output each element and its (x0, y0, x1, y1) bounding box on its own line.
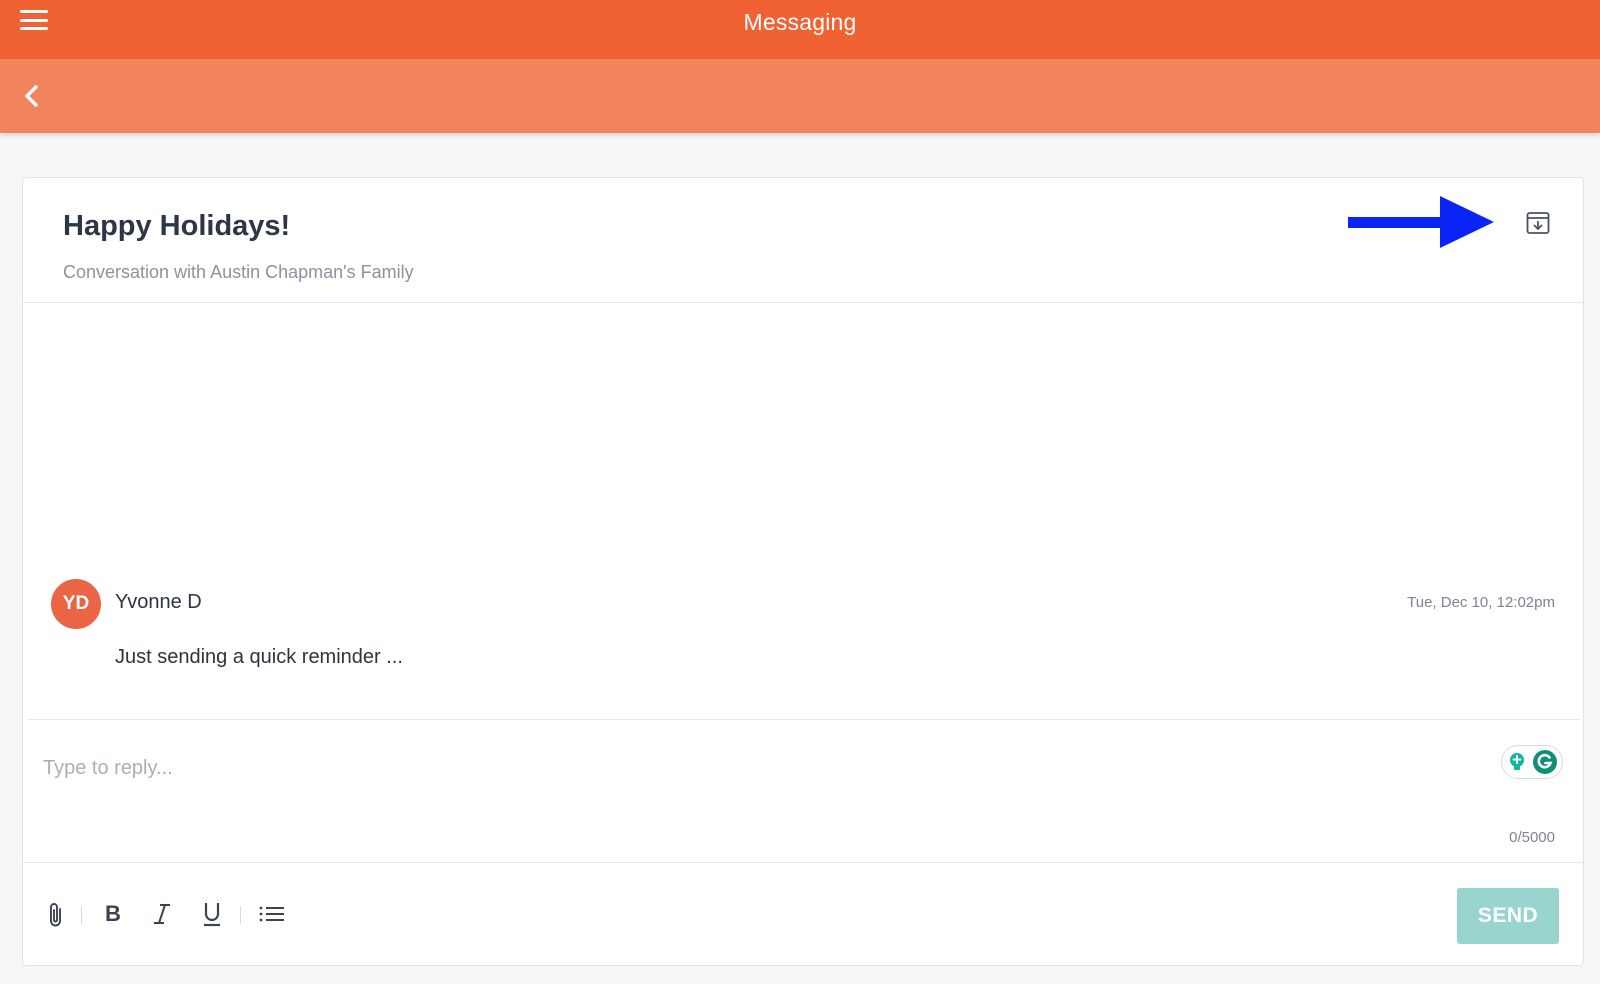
conversation-header: Happy Holidays! Conversation with Austin… (23, 178, 1583, 303)
bold-icon[interactable]: B (100, 898, 126, 930)
annotation-arrow (1348, 196, 1494, 248)
back-chevron-icon[interactable] (20, 81, 44, 111)
grammarly-icon[interactable] (1501, 745, 1563, 779)
app-header: Messaging (0, 0, 1600, 59)
bold-glyph: B (105, 901, 121, 926)
italic-icon[interactable] (149, 898, 175, 930)
character-count: 0/5000 (1509, 829, 1555, 846)
toolbar-separator (81, 906, 82, 924)
message-sender: Yvonne D (115, 591, 202, 613)
conversation-subtitle: Conversation with Austin Chapman's Famil… (63, 262, 414, 282)
toolbar-separator (240, 906, 241, 924)
divider (28, 719, 1581, 720)
grammarly-logo-icon (1533, 750, 1557, 774)
message-timestamp: Tue, Dec 10, 12:02pm (1407, 594, 1555, 611)
attachment-icon[interactable] (43, 898, 69, 930)
reply-input[interactable] (43, 748, 1443, 788)
app-title: Messaging (743, 9, 857, 35)
archive-icon[interactable] (1525, 210, 1551, 236)
send-button[interactable]: SEND (1457, 888, 1559, 944)
menu-icon[interactable] (19, 8, 49, 32)
avatar: YD (51, 579, 101, 629)
list-icon[interactable] (258, 898, 286, 930)
lightbulb-icon (1510, 753, 1524, 770)
conversation-title: Happy Holidays! (63, 210, 291, 242)
divider (23, 862, 1583, 863)
conversation-card: Happy Holidays! Conversation with Austin… (22, 177, 1584, 966)
navigation-bar (0, 59, 1600, 133)
underline-icon[interactable] (199, 898, 225, 930)
message-body: Just sending a quick reminder ... (115, 646, 403, 668)
